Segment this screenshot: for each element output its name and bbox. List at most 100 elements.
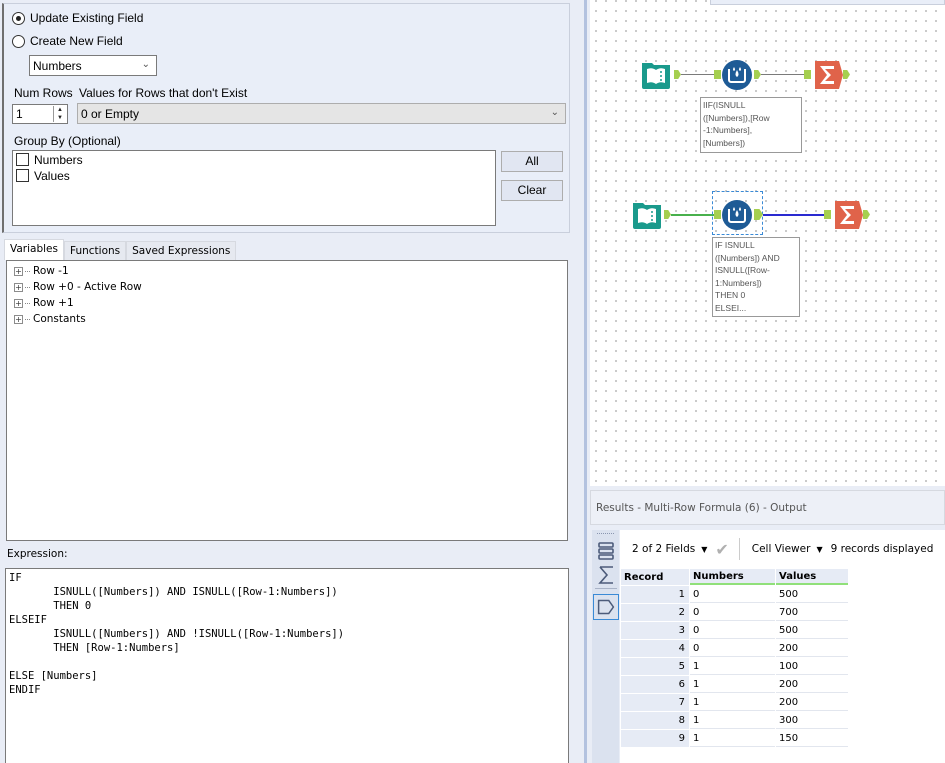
- metadata-sigma-icon[interactable]: [595, 564, 617, 586]
- numbers-cell[interactable]: 1: [690, 712, 775, 729]
- numbers-cell[interactable]: 1: [690, 658, 775, 675]
- update-existing-field-radio[interactable]: Update Existing Field: [12, 11, 143, 25]
- caret-down-icon[interactable]: ▼: [701, 545, 707, 554]
- table-row[interactable]: 7 1 200: [621, 694, 848, 711]
- spinner-arrows-icon[interactable]: ▲ ▼: [53, 106, 66, 122]
- values-cell[interactable]: 100: [776, 658, 848, 675]
- fields-dropdown[interactable]: 2 of 2 Fields: [632, 543, 695, 555]
- tree-item-row-minus-1[interactable]: + Row -1: [7, 263, 567, 279]
- checkbox[interactable]: [16, 153, 29, 166]
- numbers-cell[interactable]: 1: [690, 676, 775, 693]
- values-cell[interactable]: 500: [776, 622, 848, 639]
- record-cell[interactable]: 8: [621, 712, 689, 729]
- numbers-cell[interactable]: 0: [690, 622, 775, 639]
- output-anchor[interactable]: [843, 70, 850, 79]
- record-cell[interactable]: 7: [621, 694, 689, 711]
- tree-item-label: Constants: [33, 313, 86, 325]
- multi-row-formula-icon[interactable]: [721, 59, 753, 91]
- values-cell[interactable]: 700: [776, 604, 848, 621]
- column-header-record[interactable]: Record: [621, 569, 689, 585]
- input-data-icon[interactable]: [631, 199, 663, 231]
- drag-handle[interactable]: [597, 533, 614, 534]
- numbers-cell[interactable]: 1: [690, 694, 775, 711]
- radio-indicator[interactable]: [12, 11, 25, 25]
- results-table: Record Numbers Values 1 0 500 2 0 700 3 0 500 4 0 2…: [620, 568, 849, 748]
- output-anchor[interactable]: [754, 70, 761, 79]
- table-row[interactable]: 2 0 700: [621, 604, 848, 621]
- record-cell[interactable]: 9: [621, 730, 689, 747]
- values-cell[interactable]: 150: [776, 730, 848, 747]
- tab-variables[interactable]: Variables: [4, 239, 64, 260]
- numbers-cell[interactable]: 1: [690, 730, 775, 747]
- checkbox-label: Values: [34, 168, 70, 183]
- table-row[interactable]: 6 1 200: [621, 676, 848, 693]
- values-for-missing-rows-select[interactable]: 0 or Empty ⌄: [77, 103, 566, 124]
- tree-item-row-active[interactable]: + Row +0 - Active Row: [7, 279, 567, 295]
- output-anchor[interactable]: [664, 210, 671, 219]
- checkbox[interactable]: [16, 169, 29, 182]
- table-view-icon[interactable]: [595, 540, 617, 562]
- tool-annotation: IF ISNULL ([Numbers]) AND ISNULL([Row- 1…: [712, 237, 800, 317]
- results-title: Results - Multi-Row Formula (6) - Output: [590, 490, 945, 525]
- group-by-item-numbers[interactable]: Numbers: [13, 152, 495, 167]
- group-by-item-values[interactable]: Values: [13, 168, 495, 183]
- create-new-field-radio[interactable]: Create New Field: [12, 34, 123, 48]
- expand-icon[interactable]: +: [14, 266, 23, 276]
- table-row[interactable]: 3 0 500: [621, 622, 848, 639]
- expression-editor[interactable]: IF ISNULL([Numbers]) AND ISNULL([Row-1:N…: [5, 568, 569, 763]
- record-cell[interactable]: 6: [621, 676, 689, 693]
- multi-row-formula-icon[interactable]: [721, 199, 753, 231]
- tab-saved-expressions[interactable]: Saved Expressions: [126, 241, 237, 260]
- checkmark-icon[interactable]: ✔: [715, 540, 728, 559]
- record-cell[interactable]: 1: [621, 586, 689, 603]
- tree-item-label: Row +0 - Active Row: [33, 281, 142, 293]
- numbers-cell[interactable]: 0: [690, 604, 775, 621]
- expand-icon[interactable]: +: [14, 282, 23, 292]
- table-row[interactable]: 5 1 100: [621, 658, 848, 675]
- cell-viewer-dropdown[interactable]: Cell Viewer: [752, 543, 811, 555]
- table-row[interactable]: 9 1 150: [621, 730, 848, 747]
- clear-button[interactable]: Clear: [501, 180, 563, 201]
- panel-splitter[interactable]: [582, 0, 590, 763]
- input-anchor[interactable]: [804, 70, 811, 79]
- select-all-button[interactable]: All: [501, 151, 563, 172]
- num-rows-spinner[interactable]: 1 ▲ ▼: [12, 104, 68, 124]
- group-by-list: Numbers Values: [12, 150, 496, 226]
- field-select[interactable]: Numbers ⌄: [29, 55, 157, 76]
- record-cell[interactable]: 3: [621, 622, 689, 639]
- caret-down-icon[interactable]: ▼: [816, 545, 822, 554]
- column-header-numbers[interactable]: Numbers: [690, 569, 775, 585]
- radio-indicator[interactable]: [12, 34, 25, 48]
- summarize-icon[interactable]: [831, 199, 863, 231]
- input-data-icon[interactable]: [640, 59, 672, 91]
- values-cell[interactable]: 200: [776, 640, 848, 657]
- input-anchor[interactable]: [824, 210, 831, 219]
- numbers-cell[interactable]: 0: [690, 640, 775, 657]
- table-row[interactable]: 1 0 500: [621, 586, 848, 603]
- expand-icon[interactable]: +: [14, 314, 23, 324]
- tab-functions[interactable]: Functions: [63, 241, 127, 260]
- table-row[interactable]: 4 0 200: [621, 640, 848, 657]
- column-header-values[interactable]: Values: [776, 569, 848, 585]
- connection-line[interactable]: [761, 74, 809, 75]
- input-anchor[interactable]: [714, 70, 721, 79]
- output-anchor[interactable]: [863, 210, 870, 219]
- input-anchor[interactable]: [714, 210, 721, 219]
- connection-line[interactable]: [763, 214, 829, 216]
- summarize-icon[interactable]: [811, 59, 843, 91]
- tree-item-constants[interactable]: + Constants: [7, 311, 567, 327]
- values-cell[interactable]: 500: [776, 586, 848, 603]
- values-cell[interactable]: 200: [776, 676, 848, 693]
- output-anchor[interactable]: [674, 70, 681, 79]
- workflow-canvas[interactable]: IIF(ISNULL ([Numbers]),[Row -1:Numbers],…: [590, 0, 945, 486]
- values-cell[interactable]: 200: [776, 694, 848, 711]
- record-cell[interactable]: 5: [621, 658, 689, 675]
- table-row[interactable]: 8 1 300: [621, 712, 848, 729]
- expand-icon[interactable]: +: [14, 298, 23, 308]
- values-cell[interactable]: 300: [776, 712, 848, 729]
- record-cell[interactable]: 4: [621, 640, 689, 657]
- tree-item-row-plus-1[interactable]: + Row +1: [7, 295, 567, 311]
- data-output-icon[interactable]: [593, 594, 619, 620]
- numbers-cell[interactable]: 0: [690, 586, 775, 603]
- record-cell[interactable]: 2: [621, 604, 689, 621]
